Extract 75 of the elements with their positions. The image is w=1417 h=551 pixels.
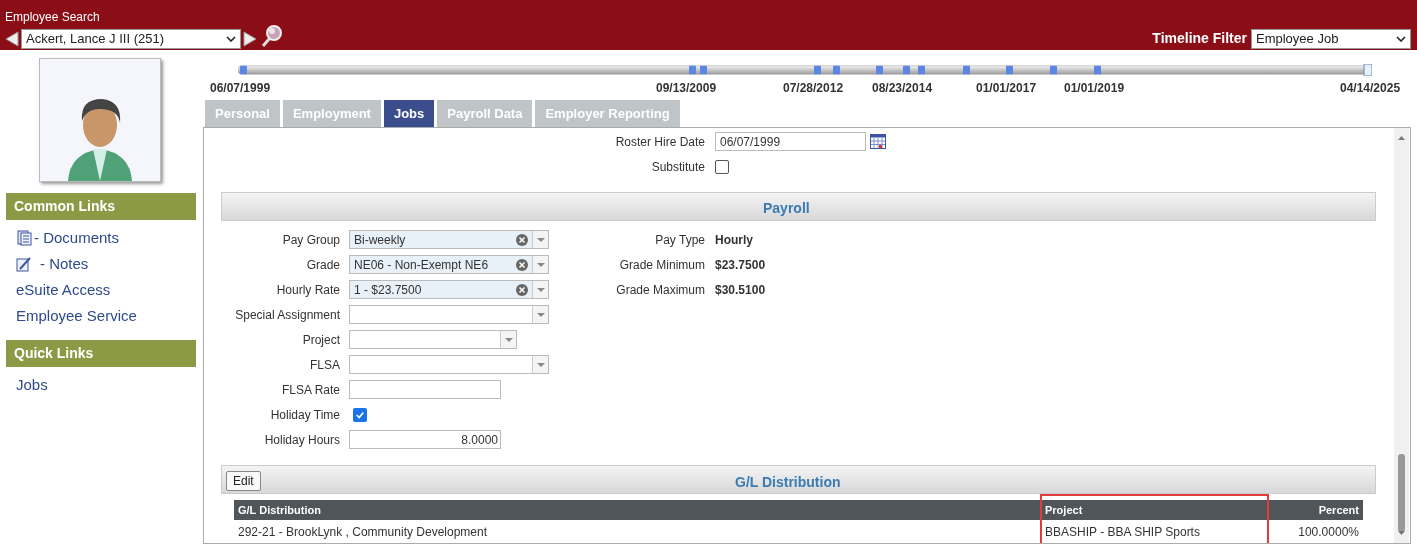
field-label: FLSA Rate xyxy=(280,381,341,399)
field-label: Roster Hire Date xyxy=(614,133,706,151)
table-cell-text: 100.0000% xyxy=(1297,523,1360,541)
checkbox[interactable] xyxy=(353,407,367,422)
timeline-date: 01/01/2017 xyxy=(976,80,1037,97)
field-label: FLSA xyxy=(309,356,341,374)
input-field[interactable] xyxy=(349,380,501,399)
section-header: Common Links xyxy=(6,193,196,220)
field-label: Special Assignment xyxy=(234,306,341,324)
field-label: Grade xyxy=(305,256,341,274)
dropdown-field[interactable]: 1 - $23.7500 xyxy=(349,280,549,299)
field-value: Hourly xyxy=(715,231,753,249)
clear-icon[interactable] xyxy=(516,283,528,296)
dropdown-caret-icon[interactable] xyxy=(532,306,548,323)
section-title: G/L Distribution xyxy=(735,473,841,492)
dropdown-caret-icon[interactable] xyxy=(500,331,516,348)
dropdown-field[interactable]: NE06 - Non-Exempt NE6 xyxy=(349,255,549,274)
dropdown-field[interactable]: Bi-weekly xyxy=(349,230,549,249)
clear-icon[interactable] xyxy=(516,233,528,246)
pencil-note-icon xyxy=(16,256,32,272)
field-label: Holiday Hours xyxy=(263,431,341,449)
tab[interactable]: Jobs xyxy=(383,100,435,127)
dropdown-field[interactable] xyxy=(349,355,549,374)
field-label: Project xyxy=(301,331,341,349)
calendar-icon[interactable] xyxy=(870,134,886,149)
dropdown-caret-icon[interactable] xyxy=(532,281,548,298)
field-value: $30.5100 xyxy=(715,281,766,299)
sidebar-link[interactable]: eSuite Access xyxy=(16,278,111,302)
table-cell-text: BBASHIP - BBA SHIP Sports xyxy=(1044,523,1201,541)
date-field[interactable]: 06/07/1999 xyxy=(715,132,866,151)
field-label: Holiday Time xyxy=(269,406,341,424)
sidebar-link[interactable]: Jobs xyxy=(16,373,48,397)
clear-icon[interactable] xyxy=(516,258,528,271)
field-label: Grade Minimum xyxy=(618,256,706,274)
sidebar-link[interactable]: Employee Service xyxy=(16,304,137,328)
field-label: Substitute xyxy=(650,158,706,176)
timeline-filter-label: Timeline Filter xyxy=(1152,29,1247,48)
section-header: Quick Links xyxy=(6,340,196,367)
field-label: Grade Maximum xyxy=(615,281,706,299)
page-title: Employee Search xyxy=(5,9,100,26)
column-header: Percent xyxy=(1317,502,1360,518)
table-cell-text: 292-21 - BrookLynk , Community Development xyxy=(237,523,488,541)
dropdown-field[interactable] xyxy=(349,330,517,349)
timeline-date: 01/01/2019 xyxy=(1064,80,1125,97)
sidebar-link[interactable]: - Documents xyxy=(34,226,120,250)
field-label: Hourly Rate xyxy=(275,281,341,299)
input-field[interactable]: 8.0000 xyxy=(349,430,501,449)
next-arrow-icon[interactable] xyxy=(243,31,257,47)
caret-icon[interactable] xyxy=(226,36,236,42)
timeline-date: 08/23/2014 xyxy=(872,80,933,97)
field-value: $23.7500 xyxy=(715,256,766,274)
section-title: Payroll xyxy=(763,199,810,218)
check-icon xyxy=(355,409,365,420)
sidebar-link[interactable]: - Notes xyxy=(40,252,89,276)
employee-dropdown[interactable]: Ackert, Lance J III (251) xyxy=(21,29,241,49)
timeline-date: 09/13/2009 xyxy=(656,80,717,97)
dropdown-caret-icon[interactable] xyxy=(532,256,548,273)
field-label: Pay Type xyxy=(654,231,706,249)
edit-button[interactable]: Edit xyxy=(226,471,261,491)
search-icon[interactable] xyxy=(261,24,283,48)
scrollbar[interactable] xyxy=(1394,128,1409,543)
document-icon xyxy=(16,230,32,246)
timeline-date: 06/07/1999 xyxy=(210,80,271,97)
dropdown-caret-icon[interactable] xyxy=(532,231,548,248)
column-header: G/L Distribution xyxy=(237,502,322,518)
caret-icon[interactable] xyxy=(1396,35,1406,42)
timeline-filter-dropdown[interactable]: Employee Job xyxy=(1251,28,1411,49)
dropdown-field[interactable] xyxy=(349,305,549,324)
field-label: Pay Group xyxy=(281,231,341,249)
previous-arrow-icon[interactable] xyxy=(5,31,19,47)
timeline-date: 04/14/2025 xyxy=(1340,80,1401,97)
column-header: Project xyxy=(1044,502,1084,518)
checkbox[interactable] xyxy=(715,159,729,174)
timeline-date: 07/28/2012 xyxy=(783,80,844,97)
dropdown-caret-icon[interactable] xyxy=(532,356,548,373)
